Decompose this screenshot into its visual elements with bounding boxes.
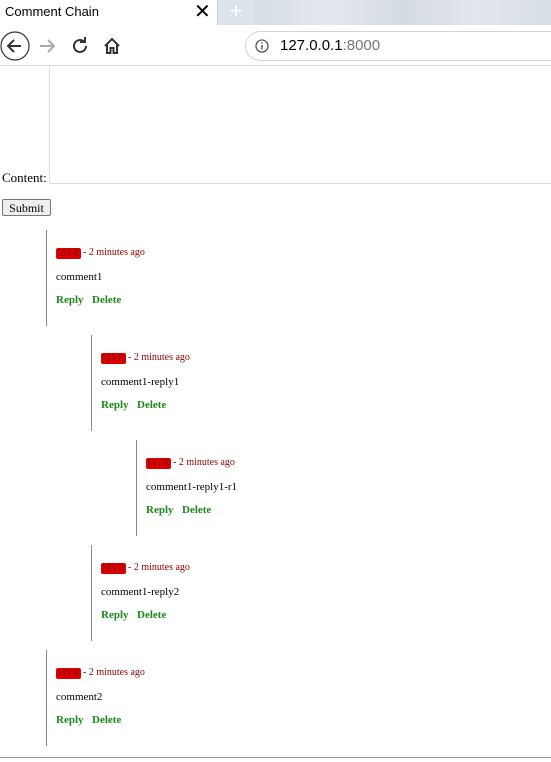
back-arrow-icon xyxy=(0,31,30,61)
comment-author: MVR xyxy=(101,353,126,364)
tab-title: Comment Chain xyxy=(5,4,99,19)
comment-timestamp: - 2 minutes ago xyxy=(83,667,145,678)
reload-icon xyxy=(73,37,87,53)
comment-text: comment1-reply2 xyxy=(101,586,180,598)
forward-button[interactable] xyxy=(33,31,63,61)
comment-timestamp: - 2 minutes ago xyxy=(83,247,145,258)
reload-button[interactable] xyxy=(65,31,95,61)
reply-link[interactable]: Reply xyxy=(56,294,84,306)
comment-reply: MVR - 2 minutes ago comment1-reply2 Repl… xyxy=(91,545,392,641)
reply-link[interactable]: Reply xyxy=(56,714,84,726)
delete-link[interactable]: Delete xyxy=(92,714,121,726)
comment-text: comment1 xyxy=(56,271,103,283)
other-tabs-area xyxy=(255,0,551,25)
comment-author: MVR xyxy=(56,248,81,259)
address-bar[interactable]: 127.0.0.1:8000 xyxy=(245,31,551,61)
url-host: 127.0.0.1 xyxy=(280,37,343,54)
reply-link[interactable]: Reply xyxy=(146,504,174,516)
content-textarea[interactable] xyxy=(49,66,551,184)
comment: MVR - 2 minutes ago comment1 Reply Delet… xyxy=(46,230,347,326)
comment: MVR - 2 minutes ago comment2 Reply Delet… xyxy=(46,650,347,746)
comment-author: MVR xyxy=(101,563,126,574)
reply-link[interactable]: Reply xyxy=(101,399,129,411)
delete-link[interactable]: Delete xyxy=(137,399,166,411)
comment-timestamp: - 2 minutes ago xyxy=(128,562,190,573)
new-tab-icon[interactable]: + xyxy=(226,0,246,23)
browser-toolbar: 127.0.0.1:8000 xyxy=(0,25,551,66)
comment-author: MVR xyxy=(56,668,81,679)
content-label: Content: xyxy=(2,170,47,185)
comment-text: comment2 xyxy=(56,691,103,703)
close-tab-icon[interactable]: ✕ xyxy=(194,0,211,24)
tab-strip: Comment Chain ✕ + xyxy=(0,0,551,25)
home-button[interactable] xyxy=(97,31,127,61)
comment-text: comment1-reply1 xyxy=(101,376,180,388)
delete-link[interactable]: Delete xyxy=(182,504,211,516)
info-icon[interactable] xyxy=(255,39,269,53)
delete-link[interactable]: Delete xyxy=(92,294,121,306)
home-icon xyxy=(104,37,120,54)
comment-reply-nested: MVR - 2 minutes ago comment1-reply1-r1 R… xyxy=(136,440,437,536)
comment-timestamp: - 2 minutes ago xyxy=(128,352,190,363)
browser-tab[interactable]: Comment Chain ✕ xyxy=(0,0,218,25)
comment-reply: MVR - 2 minutes ago comment1-reply1 Repl… xyxy=(91,335,392,431)
comment-text: comment1-reply1-r1 xyxy=(146,481,238,493)
url-port: :8000 xyxy=(342,37,381,54)
url-text: 127.0.0.1:8000 xyxy=(280,37,380,54)
submit-button[interactable]: Submit xyxy=(2,199,51,216)
forward-arrow-icon xyxy=(40,39,56,53)
comment-timestamp: - 2 minutes ago xyxy=(173,457,235,468)
reply-link[interactable]: Reply xyxy=(101,609,129,621)
comment-author: MVR xyxy=(146,458,171,469)
back-button[interactable] xyxy=(0,31,30,61)
page-bottom-edge xyxy=(0,757,551,762)
delete-link[interactable]: Delete xyxy=(137,609,166,621)
